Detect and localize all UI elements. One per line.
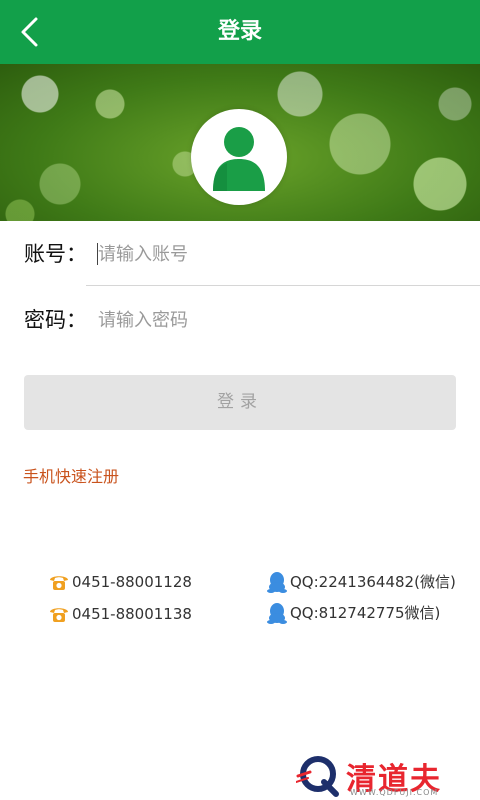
password-input[interactable] — [98, 300, 458, 340]
account-label: 账号： — [24, 242, 87, 266]
watermark-logo-icon — [296, 756, 339, 797]
contact-phone-2[interactable]: 0451-88001138 — [48, 601, 228, 627]
qq-icon — [267, 603, 287, 624]
contact-text: QQ:812742775微信) — [290, 604, 441, 622]
account-input[interactable] — [98, 234, 458, 274]
account-row: 账号： — [0, 222, 480, 286]
phone-icon — [50, 576, 68, 590]
contact-text: QQ:2241364482(微信) — [290, 573, 456, 591]
contact-text: 0451-88001128 — [72, 573, 192, 591]
watermark-url: WWW.QDFUJI.COM — [350, 788, 439, 797]
password-row: 密码： — [0, 288, 480, 352]
user-avatar-icon — [213, 127, 265, 191]
contact-qq-1[interactable]: QQ:2241364482(微信) — [266, 569, 476, 595]
phone-icon — [50, 608, 68, 622]
phone-register-link[interactable]: 手机快速注册 — [23, 464, 119, 490]
watermark: 清道夫 WWW.QDFUJI.COM — [296, 752, 476, 798]
contact-qq-2[interactable]: QQ:812742775微信) — [266, 600, 476, 626]
page-title: 登录 — [217, 19, 262, 44]
text-caret — [97, 243, 98, 265]
header-banner — [0, 64, 480, 221]
qq-icon — [267, 572, 287, 593]
contact-text: 0451-88001138 — [72, 605, 192, 623]
contact-phone-1[interactable]: 0451-88001128 — [48, 569, 228, 595]
title-bar: 登录 — [0, 0, 480, 64]
login-button[interactable]: 登录 — [24, 375, 456, 430]
password-label: 密码： — [24, 308, 87, 332]
avatar[interactable] — [191, 109, 287, 205]
divider — [86, 285, 480, 286]
